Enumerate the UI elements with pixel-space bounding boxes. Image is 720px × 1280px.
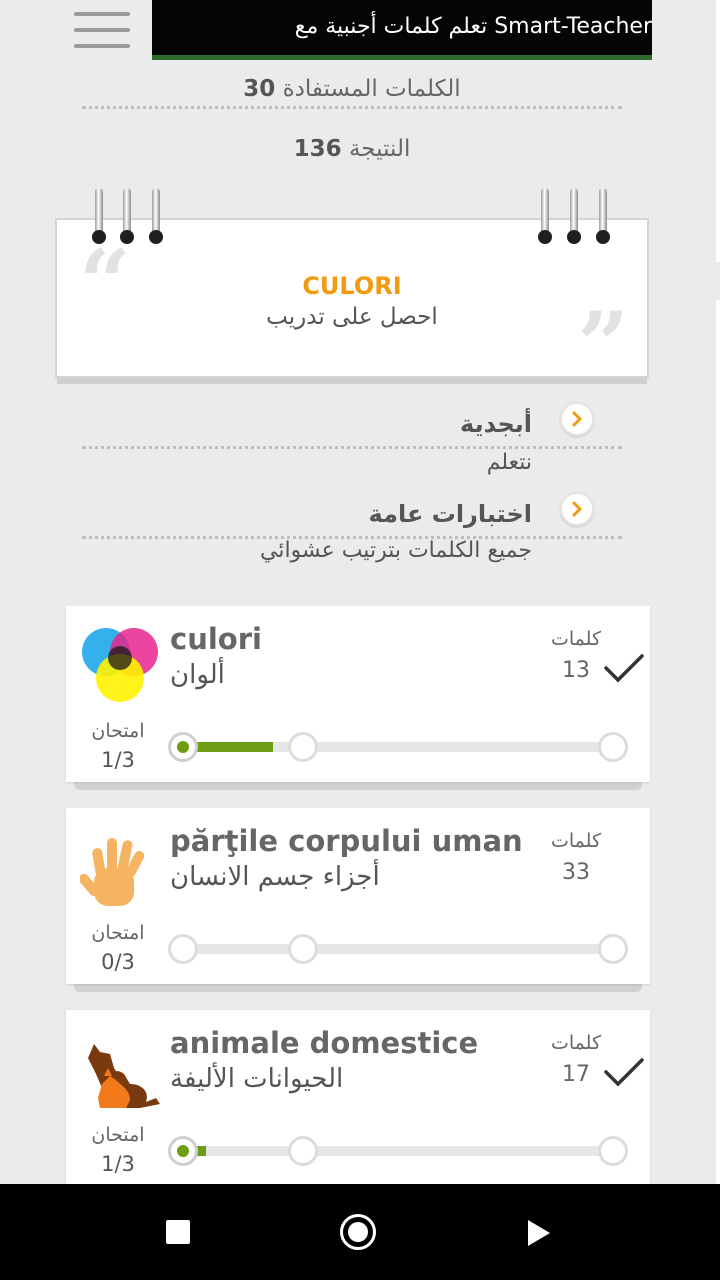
words-label: كلمات — [551, 830, 601, 852]
hand-icon — [78, 826, 160, 910]
exam-progress: 1/3 — [101, 748, 135, 772]
category-card-culori[interactable]: culori ألوان كلمات 13 امتحان 1/3 — [66, 606, 650, 782]
ring-icon — [149, 186, 163, 246]
divider — [82, 106, 622, 109]
scrollbar-top — [716, 0, 720, 262]
training-title: CULORI — [302, 272, 402, 300]
card-shadow — [74, 984, 642, 992]
learned-words-stat: الكلمات المستفادة 30 — [82, 76, 622, 102]
progress-track — [182, 1146, 614, 1156]
menu-item-title: اختبارات عامة — [368, 500, 532, 528]
exam-label: امتحان — [91, 922, 145, 944]
category-name: animale domestice — [170, 1026, 479, 1060]
divider — [82, 446, 622, 449]
system-navigation-bar — [0, 1184, 720, 1280]
check-icon — [604, 654, 644, 683]
ring-icon — [538, 186, 552, 246]
menu-item-title: أبجدية — [460, 410, 532, 438]
progress-step-1 — [168, 732, 198, 762]
category-translation: أجزاء جسم الانسان — [170, 862, 380, 892]
progress-step-1 — [168, 1136, 198, 1166]
ring-icon — [567, 186, 581, 246]
back-triangle-icon[interactable] — [528, 1220, 550, 1246]
progress-step-3 — [598, 934, 628, 964]
progress-step-2 — [288, 934, 318, 964]
score-label: النتيجة — [348, 136, 411, 162]
ad-banner[interactable]: تعلم كلمات أجنبية مع Smart-Teacher — [152, 0, 652, 60]
check-icon — [604, 1058, 644, 1087]
menu-item-subtitle: جميع الكلمات بترتيب عشوائي — [260, 538, 532, 563]
exam-progress: 0/3 — [101, 950, 135, 974]
exam-label: امتحان — [91, 1124, 145, 1146]
progress-step-3 — [598, 1136, 628, 1166]
dog-cat-icon — [80, 1028, 160, 1112]
exam-label: امتحان — [91, 720, 145, 742]
score-stat: النتيجة 136 — [82, 136, 622, 162]
chevron-right-icon[interactable] — [560, 402, 594, 436]
learned-words-label: الكلمات المستفادة — [282, 76, 461, 102]
category-card-pets[interactable]: animale domestice الحيوانات الأليفة كلما… — [66, 1010, 650, 1186]
chevron-right-icon[interactable] — [560, 492, 594, 526]
hamburger-menu-icon[interactable] — [72, 8, 132, 54]
banner-text: تعلم كلمات أجنبية مع Smart-Teacher — [294, 14, 652, 39]
category-card-body-parts[interactable]: părţile corpului uman أجزاء جسم الانسان … — [66, 808, 650, 984]
app-screen: تعلم كلمات أجنبية مع Smart-Teacher الكلم… — [0, 0, 720, 1280]
words-label: كلمات — [551, 1032, 601, 1054]
card-shadow — [74, 782, 642, 790]
category-name: culori — [170, 622, 262, 656]
ring-icon — [596, 186, 610, 246]
category-translation: ألوان — [170, 660, 225, 690]
recent-apps-icon[interactable] — [166, 1220, 190, 1244]
progress-track — [182, 742, 614, 752]
exam-progress: 1/3 — [101, 1152, 135, 1176]
menu-item-subtitle: نتعلم — [486, 450, 532, 475]
words-count: 33 — [562, 860, 590, 885]
ring-icon — [120, 186, 134, 246]
progress-step-2 — [288, 1136, 318, 1166]
category-translation: الحيوانات الأليفة — [170, 1064, 344, 1094]
color-wheel-icon — [80, 624, 160, 708]
ring-icon — [92, 186, 106, 246]
words-label: كلمات — [551, 628, 601, 650]
progress-fill — [194, 742, 273, 752]
score-value: 136 — [293, 136, 342, 162]
progress-step-2 — [288, 732, 318, 762]
learned-words-value: 30 — [243, 76, 276, 102]
progress-step-1 — [168, 934, 198, 964]
menu-item-general-tests[interactable]: اختبارات عامة جميع الكلمات بترتيب عشوائي — [82, 490, 622, 570]
progress-step-3 — [598, 732, 628, 762]
menu-item-alphabet[interactable]: أبجدية نتعلم — [82, 400, 622, 480]
progress-track — [182, 944, 614, 954]
home-icon[interactable] — [340, 1214, 376, 1250]
training-subtitle: احصل على تدريب — [266, 304, 438, 330]
training-card[interactable]: “ ” CULORI احصل على تدريب — [55, 218, 649, 390]
category-name: părţile corpului uman — [170, 824, 523, 858]
scrollbar-bottom — [716, 300, 720, 1280]
